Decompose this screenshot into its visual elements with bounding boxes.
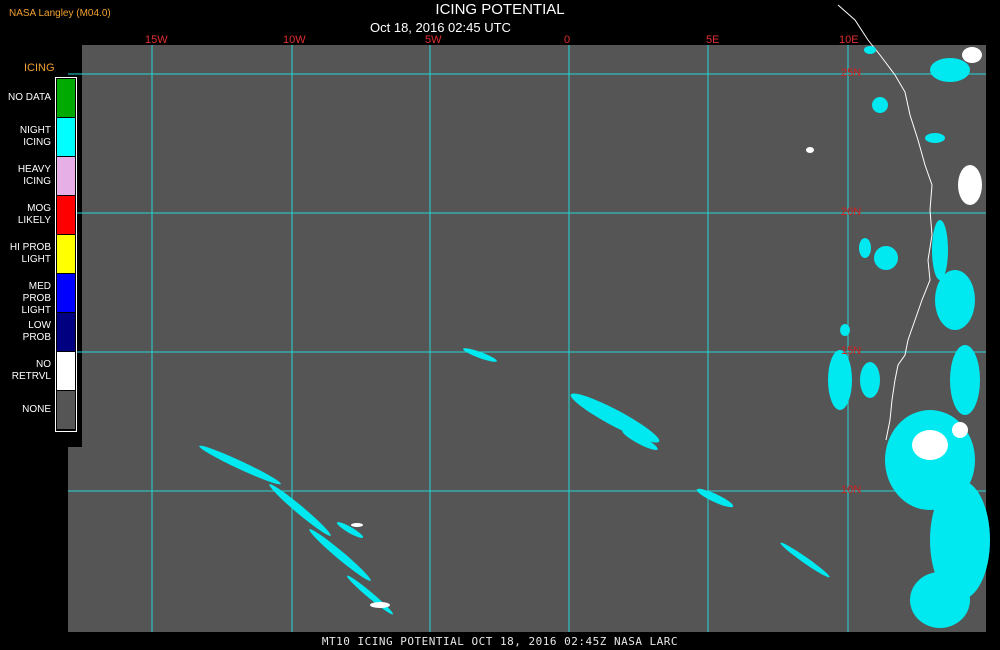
legend-swatch [56,195,76,235]
lat-label: 10N [841,484,862,496]
legend-label-line2: RETRVL [11,371,51,382]
legend-label-line1: MOG [27,203,51,214]
legend-label-line1: HI PROB [9,242,51,253]
footer-caption: MT10 ICING POTENTIAL OCT 18, 2016 02:45Z… [321,635,679,648]
legend-label-line1: MED PROB [22,281,51,304]
legend-swatch [56,117,76,157]
legend-label-line2: ICING [23,137,51,148]
legend-label: NO RETRVL [1,359,51,383]
legend-swatch [56,234,76,274]
legend-label-line1: NO DATA [8,92,51,103]
legend-label-line1: NONE [22,404,51,415]
legend-label-line1: NO [36,359,51,370]
legend-title: ICING [24,62,55,74]
lon-label: 10W [283,34,306,46]
lon-label: 0 [564,34,571,46]
legend-label-line2: LIGHT [21,254,51,265]
legend-label: LOW PROB [1,320,51,344]
map-canvas [0,4,1000,650]
lat-label: 20N [841,206,862,218]
legend-label-line1: LOW [28,320,51,331]
legend-swatch [56,156,76,196]
legend-label-line1: HEAVY [17,164,51,175]
lon-label: 5W [425,34,442,46]
lat-label: 25N [841,67,862,79]
lon-label: 10E [839,34,859,46]
legend-swatch [56,78,76,118]
lat-label: 15N [841,345,862,357]
legend-swatch [56,390,76,430]
legend-label: NONE [1,404,51,416]
legend-label: MOG LIKELY [1,203,51,227]
lon-label: 15W [145,34,168,46]
timestamp: Oct 18, 2016 02:45 UTC [370,20,511,35]
legend-label-line2: PROB [22,332,51,343]
legend-label-line2: LIGHT [21,305,51,316]
legend-swatch [56,312,76,352]
legend-label: NO DATA [1,92,51,104]
lon-label: 5E [706,34,720,46]
legend-label: MED PROB LIGHT [1,281,51,317]
legend-label: HEAVY ICING [1,164,51,188]
legend-swatch [56,351,76,391]
legend-label-line1: NIGHT [19,125,51,136]
page-title: ICING POTENTIAL [435,1,565,18]
legend-label-line2: ICING [23,176,51,187]
legend-swatch [56,273,76,313]
legend-label-line2: LIKELY [17,215,51,226]
legend-label: HI PROB LIGHT [1,242,51,266]
legend-label: NIGHT ICING [1,125,51,149]
